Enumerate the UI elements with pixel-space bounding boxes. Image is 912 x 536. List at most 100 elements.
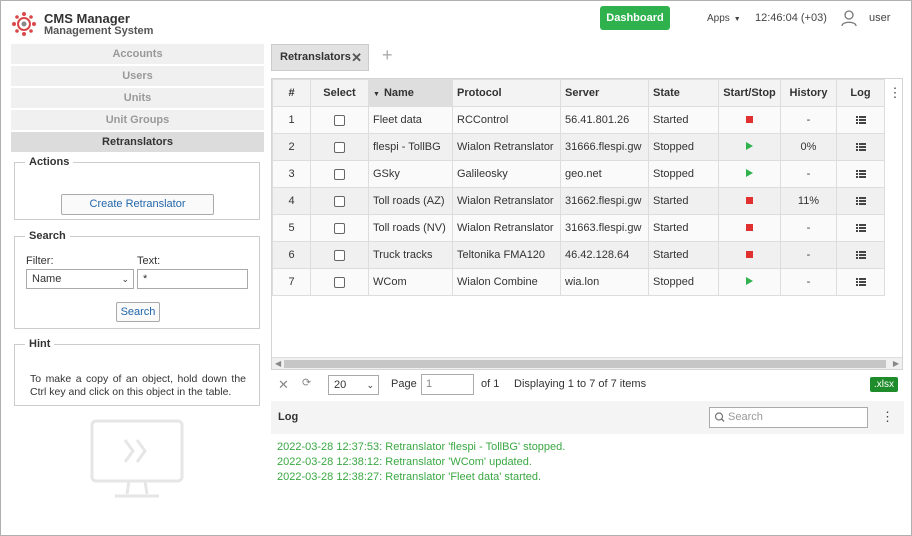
row-checkbox[interactable]: [334, 222, 345, 234]
add-tab-icon[interactable]: +: [382, 45, 393, 66]
table-row[interactable]: 6 Truck tracks Teltonika FMA120 46.42.128.6…: [272, 241, 885, 269]
sidebar-item-units[interactable]: Units: [11, 88, 264, 108]
search-text-input[interactable]: *: [137, 269, 248, 289]
sidebar-item-unit-groups[interactable]: Unit Groups: [11, 110, 264, 130]
cell-name: GSky: [368, 160, 453, 188]
cell-log[interactable]: [836, 241, 885, 269]
cell-start-stop[interactable]: [718, 241, 781, 269]
table-row[interactable]: 2 flespi - TollBG Wialon Retranslator 31666…: [272, 133, 885, 161]
column-header-select[interactable]: Select: [310, 79, 369, 107]
create-retranslator-button[interactable]: Create Retranslator: [61, 194, 214, 215]
page-label: Page: [391, 378, 417, 390]
dashboard-button[interactable]: Dashboard: [600, 6, 670, 30]
clock: 12:46:04 (+03): [755, 12, 827, 24]
column-header-state[interactable]: State: [648, 79, 719, 107]
tab-retranslators[interactable]: Retranslators ✕: [271, 44, 369, 71]
app-window: CMS Manager Management System Dashboard …: [0, 0, 912, 536]
cell-protocol: RCControl: [452, 106, 561, 134]
column-header-name[interactable]: ▼ Name: [368, 79, 453, 107]
export-xlsx-button[interactable]: .xlsx: [870, 377, 898, 392]
column-header-server[interactable]: Server: [560, 79, 649, 107]
sidebar-item-accounts[interactable]: Accounts: [11, 44, 264, 64]
cell-protocol: Wialon Retranslator: [452, 133, 561, 161]
page-size-select[interactable]: 20 ⌄: [328, 375, 379, 395]
table-row[interactable]: 3 GSky Galileosky geo.net Stopped -: [272, 160, 885, 188]
search-icon: [714, 412, 725, 422]
cell-name: flespi - TollBG: [368, 133, 453, 161]
close-icon[interactable]: ✕: [351, 45, 362, 70]
user-icon[interactable]: [841, 10, 857, 27]
column-header-protocol[interactable]: Protocol: [452, 79, 561, 107]
filter-select[interactable]: Name ⌄: [26, 269, 134, 289]
hint-panel: Hint To make a copy of an object, hold d…: [14, 338, 260, 406]
cell-start-stop[interactable]: [718, 160, 781, 188]
cell-log[interactable]: [836, 133, 885, 161]
search-button[interactable]: Search: [116, 302, 160, 322]
cell-server: wia.lon: [560, 268, 649, 296]
chevron-down-icon: ⌄: [366, 380, 374, 390]
row-checkbox[interactable]: [334, 195, 345, 207]
cell-start-stop[interactable]: [718, 187, 781, 215]
refresh-icon[interactable]: ⟳: [302, 376, 311, 389]
cell-start-stop[interactable]: [718, 268, 781, 296]
table-row[interactable]: 7 WCom Wialon Combine wia.lon Stopped -: [272, 268, 885, 296]
scroll-right-icon[interactable]: ▶: [893, 359, 899, 368]
table-row[interactable]: 4 Toll roads (AZ) Wialon Retranslator 31662…: [272, 187, 885, 215]
scrollbar-thumb[interactable]: [284, 360, 886, 368]
column-header-log[interactable]: Log: [836, 79, 885, 107]
scroll-left-icon[interactable]: ◀: [275, 359, 281, 368]
user-name[interactable]: user: [869, 12, 890, 24]
row-checkbox[interactable]: [334, 168, 345, 180]
log-panel: Log Search ⋮ 2022-03-28 12:37:53: Retran…: [271, 401, 904, 531]
play-icon: [746, 142, 753, 150]
sidebar-item-users[interactable]: Users: [11, 66, 264, 86]
cell-protocol: Galileosky: [452, 160, 561, 188]
cell-start-stop[interactable]: [718, 106, 781, 134]
log-entry: 2022-03-28 12:38:12: Retranslator 'WCom'…: [277, 456, 532, 468]
column-header-history[interactable]: History: [780, 79, 837, 107]
cell-server: geo.net: [560, 160, 649, 188]
clear-selection-icon[interactable]: ✕: [278, 377, 289, 393]
row-checkbox[interactable]: [334, 249, 345, 261]
search-panel: Search Filter: Text: Name ⌄ * Search: [14, 230, 260, 329]
cell-start-stop[interactable]: [718, 133, 781, 161]
table-row[interactable]: 1 Fleet data RCControl 56.41.801.26 Started -: [272, 106, 885, 134]
sidebar-item-retranslators[interactable]: Retranslators: [11, 132, 264, 152]
cell-log[interactable]: [836, 106, 885, 134]
cell-number: 1: [272, 106, 311, 134]
column-header-start-stop[interactable]: Start/Stop: [718, 79, 781, 107]
cell-select: [310, 241, 369, 269]
horizontal-scrollbar[interactable]: ◀ ▶: [272, 357, 902, 369]
cell-protocol: Wialon Combine: [452, 268, 561, 296]
log-entry: 2022-03-28 12:37:53: Retranslator 'flesp…: [277, 441, 566, 453]
cell-log[interactable]: [836, 187, 885, 215]
sort-desc-icon: ▼: [373, 91, 380, 98]
cell-log[interactable]: [836, 160, 885, 188]
cell-history: 11%: [780, 187, 837, 215]
apps-menu[interactable]: Apps ▼: [707, 13, 741, 24]
log-search-input[interactable]: Search: [709, 407, 868, 428]
cell-start-stop[interactable]: [718, 214, 781, 242]
cell-state: Started: [648, 187, 719, 215]
table-row[interactable]: 5 Toll roads (NV) Wialon Retranslator 31663…: [272, 214, 885, 242]
row-checkbox[interactable]: [334, 276, 345, 288]
cell-number: 4: [272, 187, 311, 215]
cell-history: -: [780, 241, 837, 269]
list-icon: [855, 195, 866, 207]
filter-value: Name: [32, 273, 62, 285]
page-number-input[interactable]: 1: [421, 374, 474, 395]
tab-label: Retranslators: [280, 51, 351, 63]
cell-log[interactable]: [836, 214, 885, 242]
cell-select: [310, 133, 369, 161]
row-checkbox[interactable]: [334, 114, 345, 126]
column-menu-icon[interactable]: ⋮: [888, 85, 902, 101]
log-body: 2022-03-28 12:37:53: Retranslator 'flesp…: [271, 434, 904, 531]
column-header-number[interactable]: #: [272, 79, 311, 107]
cell-server: 31662.flespi.gw: [560, 187, 649, 215]
text-label: Text:: [137, 255, 161, 267]
cell-name: Fleet data: [368, 106, 453, 134]
log-menu-icon[interactable]: ⋮: [881, 409, 894, 425]
cell-log[interactable]: [836, 268, 885, 296]
row-checkbox[interactable]: [334, 141, 345, 153]
cell-server: 46.42.128.64: [560, 241, 649, 269]
